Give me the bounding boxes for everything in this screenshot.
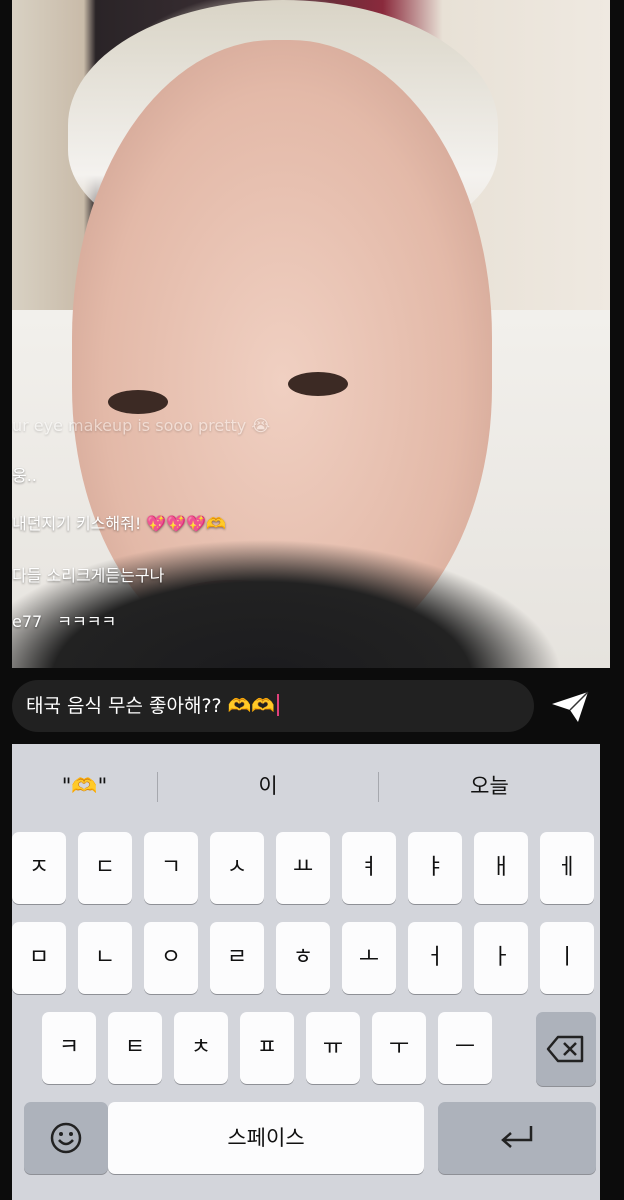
key-label: ㅈ: [28, 855, 50, 880]
key-label: ㄷ: [94, 855, 116, 880]
comment-text: 내던지기 키스해줘! 💖💖💖🫶: [12, 514, 227, 533]
backspace-key[interactable]: [536, 1012, 596, 1086]
key-label: ㅕ: [358, 855, 380, 880]
chat-input[interactable]: 태국 음식 무슨 좋아해?? 🫶🫶: [12, 680, 534, 732]
comment-item: 웅..: [12, 462, 37, 486]
send-icon: [552, 691, 589, 722]
key-label: ㅐ: [490, 855, 512, 880]
space-key-label: 스페이스: [227, 1126, 305, 1150]
comment-text: ㅋㅋㅋㅋ: [57, 612, 117, 631]
key-label: ㅓ: [424, 945, 446, 970]
key-label: ㅔ: [556, 855, 578, 880]
keyboard: "🫶" 이 오늘 ㅈ ㄷ ㄱ ㅅ ㅛ ㅕ ㅑ ㅐ ㅔ ㅁ ㄴ ㅇ ㄹ ㅎ ㅗ ㅓ ㅏ ㅣ ㅋ ㅌ ㅊ ㅍ ㅠ ㅜ ㅡ 스페이…: [12, 744, 600, 1200]
key-label: ㅁ: [28, 945, 50, 970]
backspace-icon: [546, 1035, 584, 1063]
key-label: ㅠ: [322, 1035, 344, 1060]
key-label: ㅏ: [490, 945, 512, 970]
key-label: ㅋ: [58, 1035, 80, 1060]
key-row3-2[interactable]: ㅌ: [108, 1012, 162, 1084]
key-row2-3[interactable]: ㅇ: [144, 922, 198, 994]
key-row1-1[interactable]: ㅈ: [12, 832, 66, 904]
key-label: ㅡ: [454, 1035, 476, 1060]
key-label: ㅜ: [388, 1035, 410, 1060]
key-row2-8[interactable]: ㅏ: [474, 922, 528, 994]
key-row2-5[interactable]: ㅎ: [276, 922, 330, 994]
chat-input-row: 태국 음식 무슨 좋아해?? 🫶🫶: [12, 680, 610, 736]
comment-item: ur eye makeup is sooo pretty 😭: [12, 416, 270, 435]
key-label: ㅗ: [358, 945, 380, 970]
key-row2-1[interactable]: ㅁ: [12, 922, 66, 994]
eye-left: [108, 390, 168, 414]
key-row2-4[interactable]: ㄹ: [210, 922, 264, 994]
emoji-icon: [50, 1122, 82, 1154]
space-key[interactable]: 스페이스: [108, 1102, 424, 1174]
key-row1-3[interactable]: ㄱ: [144, 832, 198, 904]
eye-right: [288, 372, 348, 396]
return-key[interactable]: [438, 1102, 596, 1174]
key-row3-5[interactable]: ㅠ: [306, 1012, 360, 1084]
comment-user: e77: [12, 612, 43, 631]
key-row1-4[interactable]: ㅅ: [210, 832, 264, 904]
key-label: ㄱ: [160, 855, 182, 880]
key-label: ㄹ: [226, 945, 248, 970]
key-row1-2[interactable]: ㄷ: [78, 832, 132, 904]
key-row3-7[interactable]: ㅡ: [438, 1012, 492, 1084]
comment-text: 웅..: [12, 466, 37, 485]
return-icon: [501, 1126, 533, 1148]
key-row3-4[interactable]: ㅍ: [240, 1012, 294, 1084]
chat-input-text: 태국 음식 무슨 좋아해?? 🫶🫶: [26, 695, 275, 717]
suggestion-bar: "🫶" 이 오늘: [12, 744, 600, 832]
key-row3-1[interactable]: ㅋ: [42, 1012, 96, 1084]
text-caret: [276, 694, 279, 716]
key-label: ㅛ: [292, 855, 314, 880]
comment-item: e77 ㅋㅋㅋㅋ: [12, 608, 116, 632]
key-label: ㅇ: [160, 945, 182, 970]
comment-item: 내던지기 키스해줘! 💖💖💖🫶: [12, 510, 226, 534]
suggestion-item[interactable]: "🫶": [12, 766, 157, 806]
key-row1-9[interactable]: ㅔ: [540, 832, 594, 904]
suggestion-item[interactable]: 이: [158, 766, 378, 806]
key-row2-2[interactable]: ㄴ: [78, 922, 132, 994]
key-label: ㅍ: [256, 1035, 278, 1060]
key-label: ㅌ: [124, 1035, 146, 1060]
key-row2-9[interactable]: ㅣ: [540, 922, 594, 994]
key-row1-7[interactable]: ㅑ: [408, 832, 462, 904]
key-label: ㅑ: [424, 855, 446, 880]
key-label: ㅅ: [226, 855, 248, 880]
key-label: ㄴ: [94, 945, 116, 970]
comment-text: 다들 소리크게듣는구나: [12, 566, 165, 585]
key-row3-3[interactable]: ㅊ: [174, 1012, 228, 1084]
key-row2-6[interactable]: ㅗ: [342, 922, 396, 994]
key-label: ㅎ: [292, 945, 314, 970]
emoji-key[interactable]: [24, 1102, 108, 1174]
key-row1-8[interactable]: ㅐ: [474, 832, 528, 904]
suggestion-item[interactable]: 오늘: [379, 766, 600, 806]
key-row1-6[interactable]: ㅕ: [342, 832, 396, 904]
key-row2-7[interactable]: ㅓ: [408, 922, 462, 994]
send-button[interactable]: [550, 690, 590, 724]
key-row1-5[interactable]: ㅛ: [276, 832, 330, 904]
key-label: ㅣ: [556, 945, 578, 970]
key-label: ㅊ: [190, 1035, 212, 1060]
hood: [12, 520, 610, 668]
comment-item: 다들 소리크게듣는구나: [12, 562, 164, 586]
key-row3-6[interactable]: ㅜ: [372, 1012, 426, 1084]
comment-text: ur eye makeup is sooo pretty 😭: [12, 416, 271, 435]
